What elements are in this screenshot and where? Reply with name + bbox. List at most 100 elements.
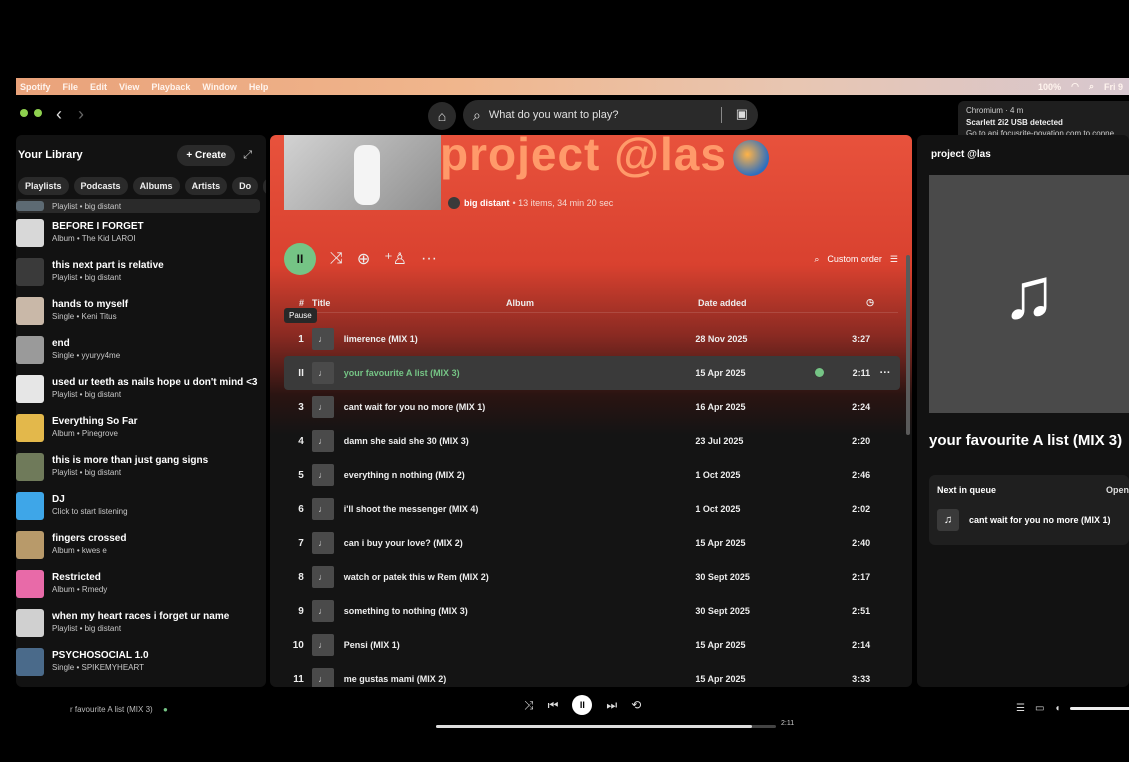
owner-avatar[interactable]	[448, 197, 460, 209]
library-item[interactable]: Playlist • big distant	[16, 199, 260, 213]
track-date-added: 1 Oct 2025	[695, 504, 741, 514]
track-row[interactable]: 7 ♩ can i buy your love? (MIX 2) 15 Apr 202…	[284, 526, 900, 560]
library-item[interactable]: Restricted Album • Rmedy	[16, 564, 266, 603]
custom-order-button[interactable]: Custom order	[827, 254, 882, 264]
track-row[interactable]: II ♩ your favourite A list (MIX 3) 15 Apr 2…	[284, 356, 900, 390]
track-row[interactable]: 5 ♩ everything n nothing (MIX 2) 1 Oct 2025…	[284, 458, 900, 492]
menu-item[interactable]: Edit	[90, 82, 107, 92]
saved-check-icon[interactable]: ●	[163, 705, 168, 714]
library-item[interactable]: end Single • yyuryy4me	[16, 330, 266, 369]
shuffle-icon[interactable]: ⤨	[524, 698, 534, 713]
search-icon[interactable]: ⌕	[1089, 81, 1094, 92]
pause-button[interactable]: II	[572, 695, 593, 715]
track-title[interactable]: your favourite A list (MIX 3)	[344, 368, 696, 378]
previous-icon[interactable]: ⏮	[548, 698, 559, 713]
col-album[interactable]: Album	[342, 298, 698, 308]
library-item-subtitle: Playlist • big distant	[52, 273, 122, 282]
library-item[interactable]: Everything So Far Album • Pinegrove	[16, 408, 266, 447]
track-row[interactable]: 1 ♩ limerence (MIX 1) 28 Nov 2025 3:27	[284, 322, 900, 356]
library-item[interactable]: when my heart races i forget ur name Play…	[16, 603, 266, 642]
volume-slider[interactable]	[1070, 707, 1129, 710]
wifi-icon[interactable]: ◠	[1071, 81, 1079, 92]
library-item[interactable]: DJ Click to start listening	[16, 486, 266, 525]
col-date[interactable]: Date added	[698, 298, 818, 308]
menu-item[interactable]: Help	[249, 82, 269, 92]
more-options-icon[interactable]: ···	[421, 250, 437, 268]
library-item[interactable]: BEFORE I FORGET Album • The Kid LAROI	[16, 213, 266, 252]
expand-icon[interactable]: ⤢	[243, 149, 252, 162]
panel-header[interactable]: project @las	[931, 149, 991, 160]
back-arrow-icon[interactable]: ‹	[56, 104, 62, 125]
search-bar[interactable]: ⌕ What do you want to play? ▣	[463, 100, 758, 130]
now-playing-title[interactable]: your favourite A list (MIX 3)	[929, 432, 1122, 449]
library-item[interactable]: this next part is relative Playlist • big…	[16, 252, 266, 291]
menu-item[interactable]: File	[63, 82, 79, 92]
download-icon[interactable]: ⊕	[357, 249, 370, 269]
track-title[interactable]: me gustas mami (MIX 2)	[344, 674, 696, 684]
search-icon[interactable]: ⌕	[814, 254, 819, 265]
library-item[interactable]: PSYCHOSOCIAL 1.0 Single • SPIKEMYHEART	[16, 642, 266, 681]
owner-name[interactable]: big distant	[464, 198, 510, 208]
saved-check-icon[interactable]	[814, 367, 831, 379]
pause-icon[interactable]: II	[284, 368, 312, 379]
track-row[interactable]: 11 ♩ me gustas mami (MIX 2) 15 Apr 2025 3:33	[284, 662, 900, 687]
menu-item[interactable]: Window	[202, 82, 236, 92]
home-button[interactable]: ⌂	[428, 102, 456, 130]
more-options-icon[interactable]: ···	[870, 367, 900, 379]
track-title[interactable]: damn she said she 30 (MIX 3)	[344, 436, 696, 446]
track-row[interactable]: 4 ♩ damn she said she 30 (MIX 3) 23 Jul 202…	[284, 424, 900, 458]
device-icon[interactable]: ▭	[1035, 703, 1044, 714]
window-dot[interactable]	[20, 109, 28, 117]
scrollbar[interactable]	[906, 255, 910, 435]
search-input[interactable]: What do you want to play?	[489, 109, 619, 121]
filter-chip[interactable]: Podcasts	[73, 177, 128, 195]
next-icon[interactable]: ⏭	[606, 698, 617, 713]
track-date-added: 15 Apr 2025	[695, 674, 746, 684]
track-row[interactable]: 8 ♩ watch or patek this w Rem (MIX 2) 30 Se…	[284, 560, 900, 594]
progress-bar[interactable]	[436, 725, 776, 728]
library-item[interactable]: hands to myself Single • Keni Titus	[16, 291, 266, 330]
filter-chip[interactable]: Albums	[132, 177, 180, 195]
add-user-icon[interactable]: ⁺♙	[384, 249, 407, 269]
track-title[interactable]: can i buy your love? (MIX 2)	[344, 538, 696, 548]
list-icon[interactable]: ☰	[890, 254, 898, 265]
volume-icon[interactable]: ◖	[1054, 703, 1060, 714]
track-row[interactable]: 9 ♩ something to nothing (MIX 3) 30 Sept 20…	[284, 594, 900, 628]
queue-icon[interactable]: ☰	[1016, 703, 1025, 714]
pause-button[interactable]: II	[284, 243, 316, 275]
browse-icon[interactable]: ▣	[736, 106, 748, 122]
track-title[interactable]: cant wait for you no more (MIX 1)	[344, 402, 696, 412]
filter-chip[interactable]: Do	[232, 177, 259, 195]
menu-item[interactable]: Playback	[151, 82, 190, 92]
library-item[interactable]: this is more than just gang signs Playlis…	[16, 447, 266, 486]
track-title[interactable]: limerence (MIX 1)	[344, 334, 696, 344]
track-number: 4	[298, 435, 304, 447]
queue-item[interactable]: ♫ cant wait for you no more (MIX 1)	[937, 509, 1111, 531]
chevron-right-icon[interactable]: ›	[263, 177, 266, 195]
track-row[interactable]: 10 ♩ Pensi (MIX 1) 15 Apr 2025 2:14	[284, 628, 900, 662]
now-playing-title[interactable]: r favourite A list (MIX 3)	[70, 705, 153, 714]
track-row[interactable]: 6 ♩ i'll shoot the messenger (MIX 4) 1 Oct …	[284, 492, 900, 526]
track-title[interactable]: everything n nothing (MIX 2)	[344, 470, 696, 480]
col-title[interactable]: Title	[312, 298, 342, 308]
window-dot[interactable]	[34, 109, 42, 117]
repeat-icon[interactable]: ⟲	[631, 698, 641, 712]
track-title[interactable]: Pensi (MIX 1)	[344, 640, 696, 650]
track-row[interactable]: 3 ♩ cant wait for you no more (MIX 1) 16 Ap…	[284, 390, 900, 424]
create-button[interactable]: + Create	[177, 144, 236, 166]
menu-item[interactable]: Spotify	[20, 82, 51, 92]
queue-item-title: cant wait for you no more (MIX 1)	[969, 515, 1111, 525]
library-item[interactable]: fingers crossed Album • kwes e	[16, 525, 266, 564]
menu-item[interactable]: View	[119, 82, 139, 92]
filter-chip[interactable]: Playlists	[18, 177, 69, 195]
track-title[interactable]: something to nothing (MIX 3)	[344, 606, 696, 616]
queue-open-link[interactable]: Open	[1106, 485, 1129, 495]
library-item[interactable]: used ur teeth as nails hope u don't mind…	[16, 369, 266, 408]
track-title[interactable]: watch or patek this w Rem (MIX 2)	[344, 572, 696, 582]
track-number: 1	[298, 333, 304, 345]
library-item-text: used ur teeth as nails hope u don't mind…	[52, 377, 257, 400]
shuffle-icon[interactable]: ⤨	[330, 250, 343, 268]
filter-chip[interactable]: Artists	[184, 177, 228, 195]
forward-arrow-icon[interactable]: ›	[78, 104, 84, 125]
track-title[interactable]: i'll shoot the messenger (MIX 4)	[344, 504, 696, 514]
